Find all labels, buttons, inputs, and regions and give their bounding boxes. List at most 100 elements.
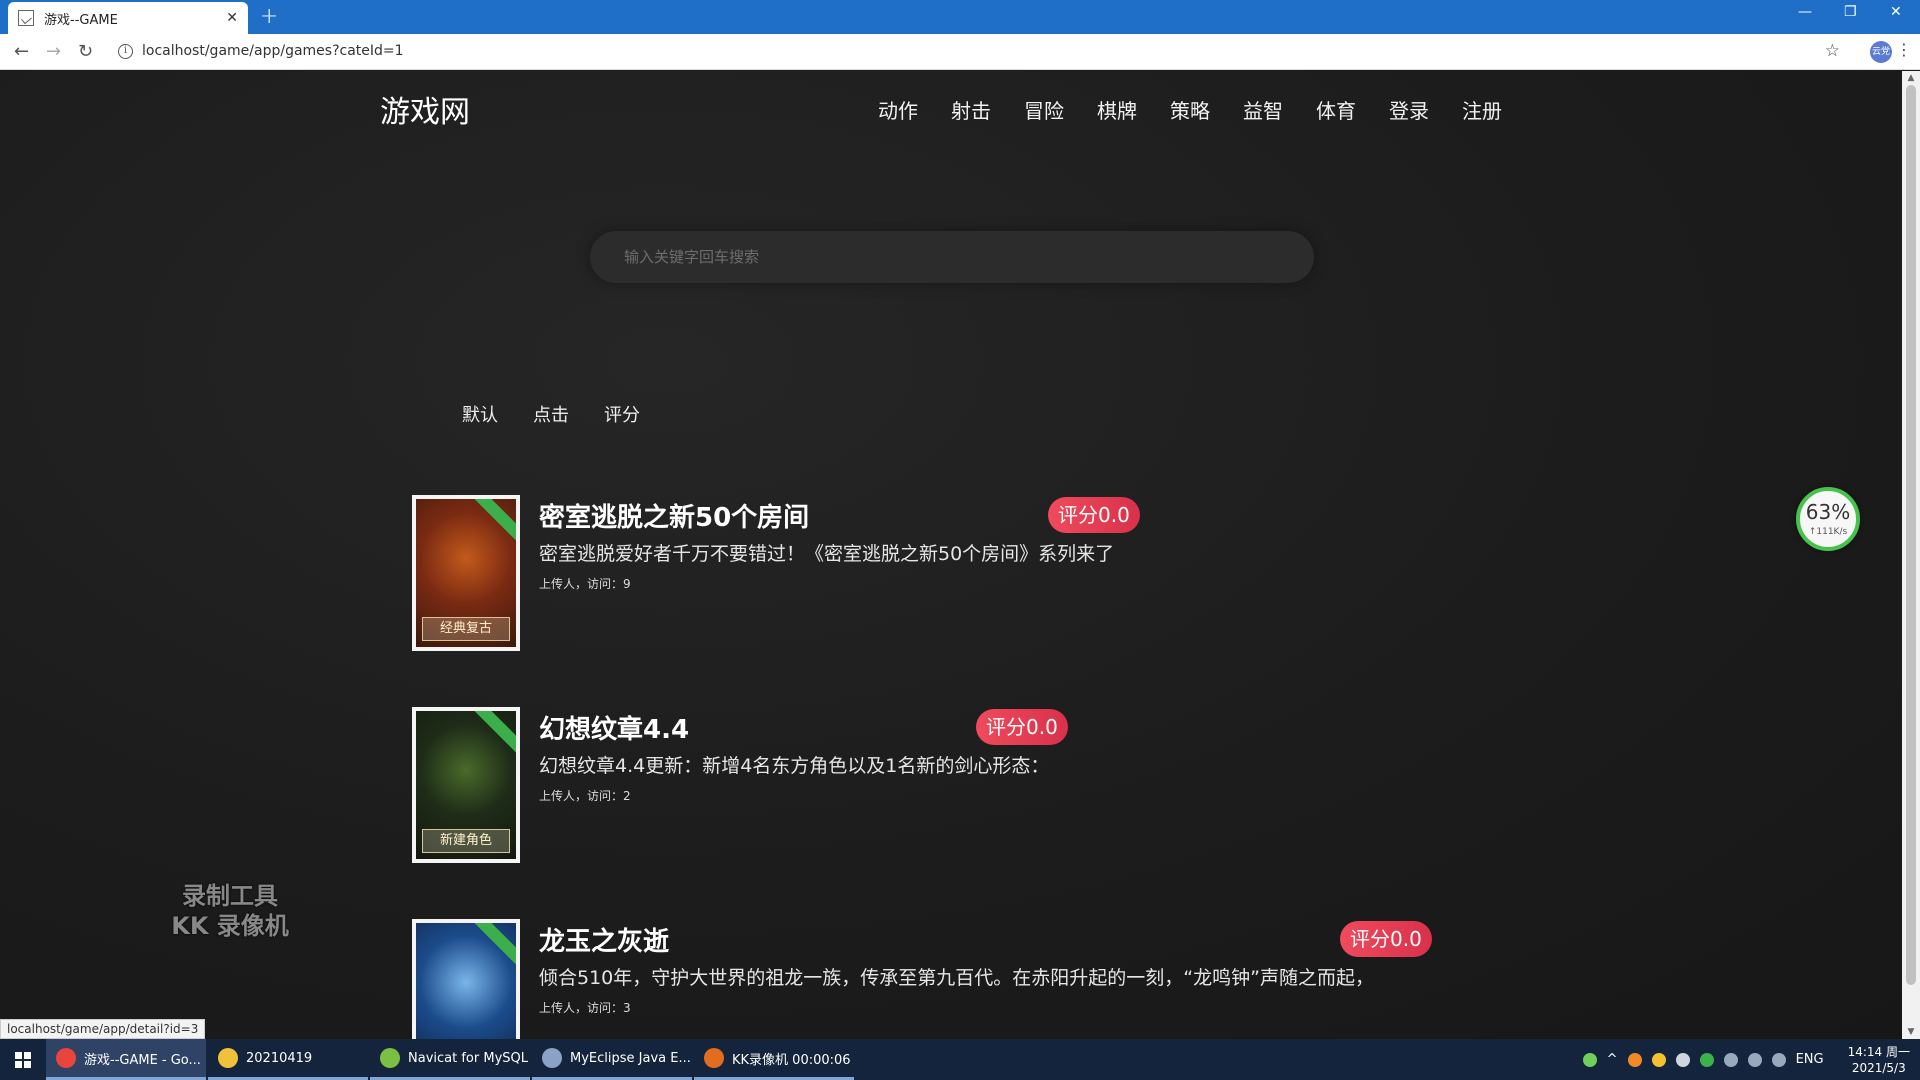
back-icon[interactable]: ← bbox=[14, 41, 29, 62]
profile-avatar[interactable]: 云党 bbox=[1870, 41, 1892, 63]
speed-percent: 63% bbox=[1805, 500, 1851, 524]
nav-item-board[interactable]: 棋牌 bbox=[1097, 95, 1170, 124]
windows-taskbar: 游戏--GAME - Go... 20210419 Navicat for My… bbox=[0, 1039, 1920, 1080]
game-ribbon bbox=[470, 923, 516, 968]
browser-tab[interactable]: 游戏--GAME ✕ bbox=[8, 2, 248, 34]
taskbar-item-folder[interactable]: 20210419 bbox=[208, 1039, 368, 1080]
nav-item-shooting[interactable]: 射击 bbox=[951, 95, 1024, 124]
volume-icon[interactable] bbox=[1771, 1052, 1786, 1067]
scrollbar-thumb[interactable] bbox=[1906, 85, 1916, 985]
game-description: 幻想纹章4.4更新：新增4名东方角色以及1名新的剑心形态： bbox=[539, 755, 1050, 777]
taskbar-item-label: MyEclipse Java E... bbox=[570, 1050, 691, 1066]
search-input[interactable] bbox=[590, 231, 1314, 283]
taskbar-item-kk-recorder[interactable]: KK录像机 00:00:06 bbox=[694, 1039, 854, 1080]
navicat-icon bbox=[380, 1048, 400, 1068]
page-favicon-icon bbox=[18, 10, 34, 26]
input-language[interactable]: ENG bbox=[1796, 1052, 1824, 1067]
address-bar[interactable]: localhost/game/app/games?cateId=1 bbox=[142, 43, 404, 59]
game-list-item[interactable]: 新建角色 幻想纹章4.4 评分0.0 幻想纹章4.4更新：新增4名东方角色以及1… bbox=[412, 707, 1462, 867]
game-list-item[interactable]: 龙玉之灰逝 评分0.0 倾合510年，守护大世界的祖龙一族，传承至第九百代。在赤… bbox=[412, 919, 1462, 1039]
system-tray: ^ ENG 14:14 周一 2021/5/3 bbox=[1582, 1039, 1910, 1080]
main-nav: 动作 射击 冒险 棋牌 策略 益智 体育 登录 注册 bbox=[878, 95, 1535, 124]
taskbar-item-navicat[interactable]: Navicat for MySQL bbox=[370, 1039, 530, 1080]
myeclipse-icon bbox=[542, 1048, 562, 1068]
bookmark-star-icon[interactable]: ☆ bbox=[1825, 41, 1840, 61]
game-thumbnail-caption: 经典复古 bbox=[422, 617, 510, 641]
nav-item-adventure[interactable]: 冒险 bbox=[1024, 95, 1097, 124]
game-description: 倾合510年，守护大世界的祖龙一族，传承至第九百代。在赤阳升起的一刻，“龙鸣钟”… bbox=[539, 967, 1374, 989]
game-title[interactable]: 密室逃脱之新50个房间 bbox=[539, 497, 809, 534]
close-window-icon[interactable]: ✕ bbox=[1890, 4, 1902, 20]
network-icon[interactable] bbox=[1723, 1052, 1738, 1067]
game-meta: 上传人，访问：3 bbox=[539, 1001, 631, 1015]
kk-recorder-icon bbox=[704, 1048, 724, 1068]
game-thumbnail[interactable] bbox=[412, 919, 520, 1039]
nav-item-sports[interactable]: 体育 bbox=[1316, 95, 1389, 124]
browser-menu-icon[interactable]: ⋮ bbox=[1896, 40, 1912, 59]
site-info-icon[interactable]: i bbox=[118, 44, 133, 59]
chrome-icon bbox=[56, 1048, 76, 1068]
close-tab-icon[interactable]: ✕ bbox=[226, 10, 238, 26]
rating-badge: 评分0.0 bbox=[1048, 497, 1140, 533]
game-meta: 上传人，访问：9 bbox=[539, 577, 631, 591]
page-scrollbar[interactable]: ▲ ▼ bbox=[1902, 71, 1920, 1039]
tab-title: 游戏--GAME bbox=[44, 12, 118, 28]
nav-item-action[interactable]: 动作 bbox=[878, 95, 951, 124]
taskbar-item-chrome[interactable]: 游戏--GAME - Go... bbox=[46, 1039, 206, 1080]
rating-badge: 评分0.0 bbox=[976, 709, 1068, 745]
clock-time: 14:14 周一 bbox=[1847, 1044, 1910, 1059]
browser-titlebar: 游戏--GAME ✕ + — ❐ ✕ bbox=[0, 0, 1920, 34]
site-logo[interactable]: 游戏网 bbox=[380, 87, 470, 131]
game-thumbnail-caption: 新建角色 bbox=[422, 829, 510, 853]
network-speed-widget[interactable]: 63% ↑111K/s bbox=[1796, 487, 1860, 551]
game-list-item[interactable]: 经典复古 密室逃脱之新50个房间 评分0.0 密室逃脱爱好者千万不要错过！《密室… bbox=[412, 495, 1462, 655]
scroll-down-icon[interactable]: ▼ bbox=[1902, 1027, 1920, 1037]
minimize-icon[interactable]: — bbox=[1798, 4, 1812, 20]
sort-clicks[interactable]: 点击 bbox=[533, 401, 604, 427]
wifi-icon[interactable] bbox=[1747, 1052, 1762, 1067]
watermark-line-1: 录制工具 bbox=[182, 882, 278, 910]
taskbar-item-label: 20210419 bbox=[246, 1050, 313, 1066]
game-title[interactable]: 幻想纹章4.4 bbox=[539, 709, 689, 746]
speed-rate: ↑111K/s bbox=[1808, 527, 1848, 537]
game-meta: 上传人，访问：2 bbox=[539, 789, 631, 803]
tray-app-icon[interactable] bbox=[1675, 1052, 1690, 1067]
register-link[interactable]: 注册 bbox=[1462, 95, 1535, 124]
tray-expand-icon[interactable]: ^ bbox=[1607, 1052, 1618, 1067]
game-thumbnail[interactable]: 经典复古 bbox=[412, 495, 520, 651]
browser-toolbar: ← → ↻ i localhost/game/app/games?cateId=… bbox=[0, 34, 1920, 70]
link-status-bar: localhost/game/app/detail?id=3 bbox=[0, 1019, 206, 1039]
sort-default[interactable]: 默认 bbox=[462, 401, 533, 427]
recorder-watermark: 录制工具 KK 录像机 bbox=[150, 881, 310, 941]
taskbar-item-label: KK录像机 00:00:06 bbox=[732, 1052, 851, 1068]
windows-logo-icon bbox=[15, 1051, 31, 1068]
game-ribbon bbox=[470, 711, 516, 756]
tray-app-icon[interactable] bbox=[1627, 1052, 1642, 1067]
tray-app-icon[interactable] bbox=[1699, 1052, 1714, 1067]
nav-item-strategy[interactable]: 策略 bbox=[1170, 95, 1243, 124]
game-thumbnail[interactable]: 新建角色 bbox=[412, 707, 520, 863]
taskbar-item-label: Navicat for MySQL bbox=[408, 1050, 528, 1066]
taskbar-item-myeclipse[interactable]: MyEclipse Java E... bbox=[532, 1039, 692, 1080]
forward-icon[interactable]: → bbox=[46, 41, 61, 62]
game-title[interactable]: 龙玉之灰逝 bbox=[539, 921, 669, 958]
sort-rating[interactable]: 评分 bbox=[604, 401, 675, 427]
tray-app-icon[interactable] bbox=[1651, 1052, 1666, 1067]
game-description: 密室逃脱爱好者千万不要错过！《密室逃脱之新50个房间》系列来了 bbox=[539, 543, 1115, 565]
watermark-line-2: KK 录像机 bbox=[171, 912, 289, 940]
scroll-up-icon[interactable]: ▲ bbox=[1902, 73, 1920, 83]
new-tab-button[interactable]: + bbox=[260, 4, 278, 29]
sort-options: 默认 点击 评分 bbox=[462, 401, 675, 427]
start-button[interactable] bbox=[0, 1039, 46, 1080]
restore-icon[interactable]: ❐ bbox=[1844, 4, 1857, 20]
reload-icon[interactable]: ↻ bbox=[78, 41, 93, 62]
battery-icon[interactable] bbox=[1582, 1052, 1597, 1067]
nav-item-puzzle[interactable]: 益智 bbox=[1243, 95, 1316, 124]
login-link[interactable]: 登录 bbox=[1389, 95, 1462, 124]
game-ribbon bbox=[470, 499, 516, 544]
system-clock[interactable]: 14:14 周一 2021/5/3 bbox=[1848, 1044, 1910, 1076]
taskbar-item-label: 游戏--GAME - Go... bbox=[84, 1052, 201, 1068]
clock-date: 2021/5/3 bbox=[1851, 1060, 1906, 1075]
folder-icon bbox=[218, 1048, 238, 1068]
rating-badge: 评分0.0 bbox=[1340, 921, 1432, 957]
